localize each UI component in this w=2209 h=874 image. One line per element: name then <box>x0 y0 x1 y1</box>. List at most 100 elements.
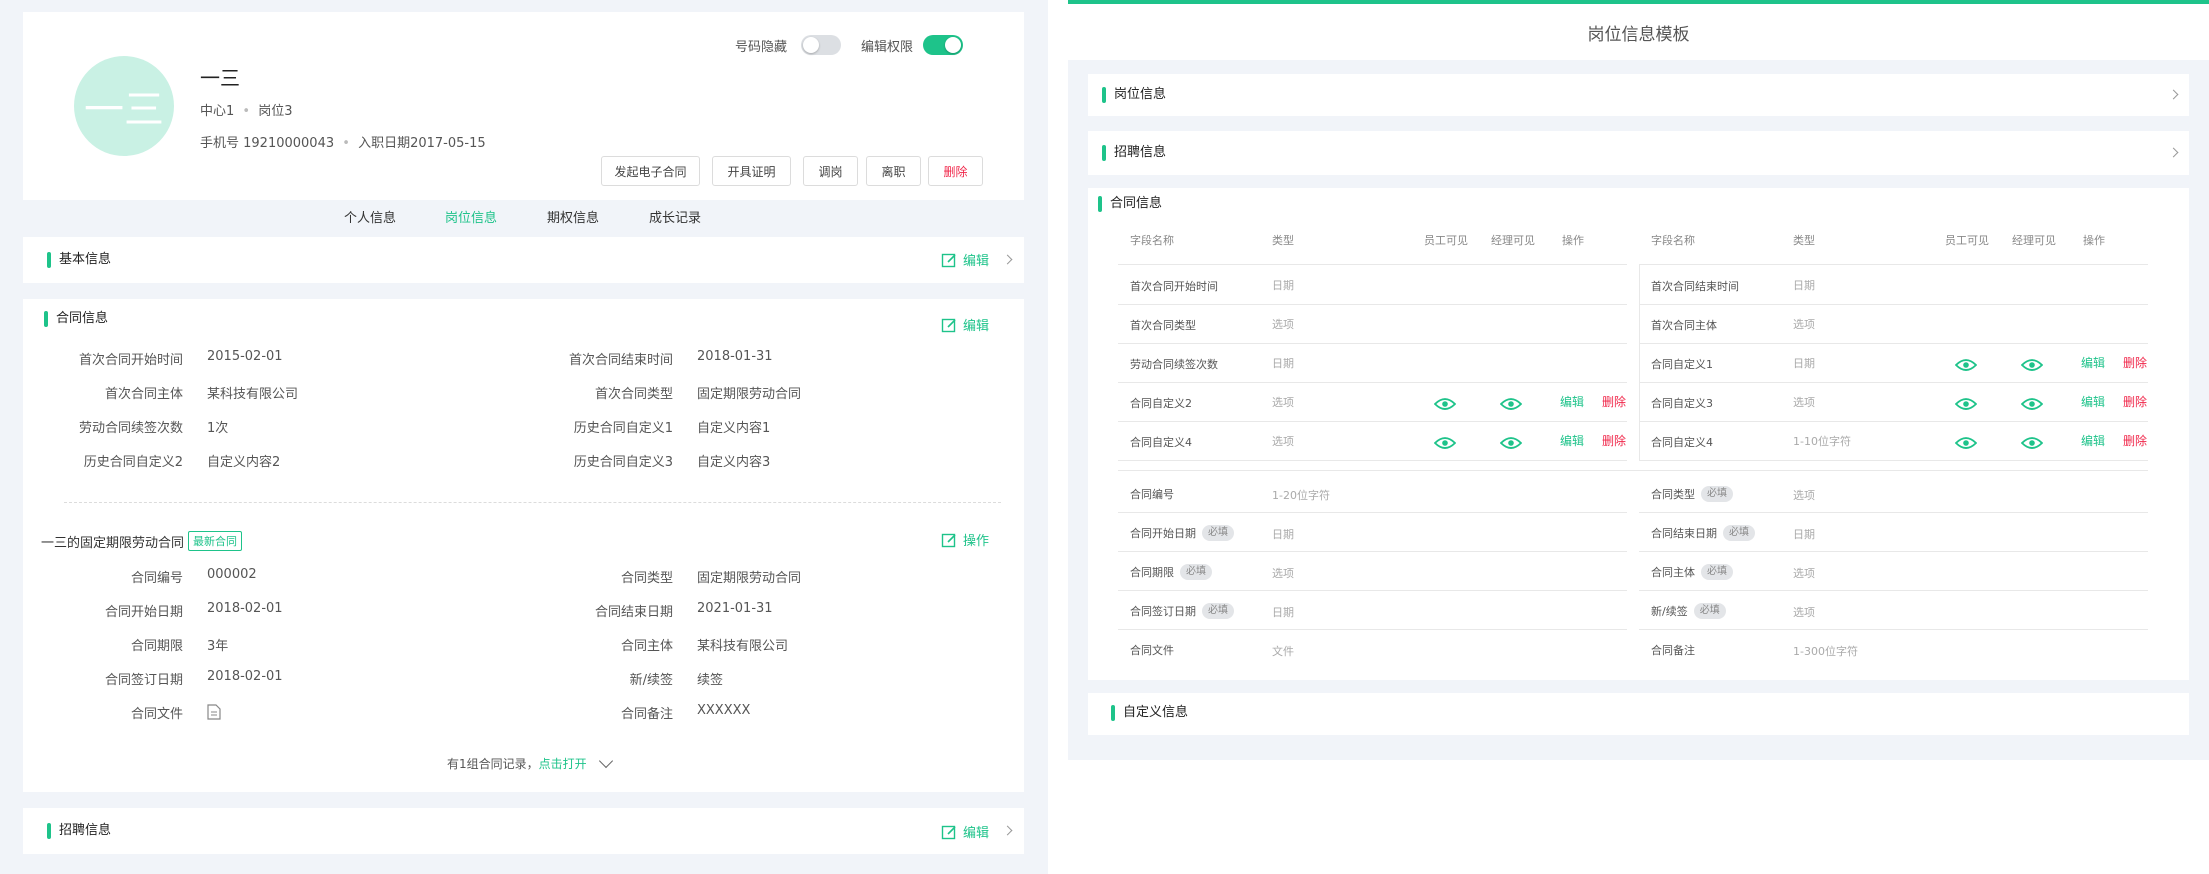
field-type: 1-10位字符 <box>1793 435 1851 448</box>
issue-certificate-button[interactable]: 开具证明 <box>712 156 791 186</box>
divider <box>1118 460 1627 461</box>
table-header: 类型 <box>1272 234 1294 247</box>
delete-field-link[interactable]: 删除 <box>2123 432 2147 449</box>
form-field-name: 合同编号 <box>1130 486 1174 502</box>
divider <box>1639 590 2148 591</box>
eye-icon[interactable] <box>1433 435 1457 454</box>
divider <box>1639 264 2148 265</box>
divider <box>1118 629 1627 630</box>
eye-icon[interactable] <box>1954 396 1978 415</box>
separator-dot: • <box>242 104 251 119</box>
edit-field-link[interactable]: 编辑 <box>2081 354 2105 371</box>
recruit-info-title: 招聘信息 <box>47 823 111 839</box>
eye-icon[interactable] <box>1954 435 1978 454</box>
recruit-info-card[interactable]: 招聘信息 编辑 <box>23 808 1024 854</box>
eye-icon[interactable] <box>2020 435 2044 454</box>
field-name-text: 合同开始日期 <box>1130 527 1196 540</box>
transfer-button[interactable]: 调岗 <box>803 156 858 186</box>
tab-position-info[interactable]: 岗位信息 <box>445 207 497 226</box>
delete-field-link[interactable]: 删除 <box>2123 354 2147 371</box>
chevron-right-icon <box>1002 254 1013 265</box>
delete-employee-button[interactable]: 删除 <box>928 156 983 186</box>
form-field-name: 合同签订日期 必填 <box>1130 603 1234 619</box>
tab-option-info[interactable]: 期权信息 <box>547 207 599 226</box>
field-type: 选项 <box>1793 318 1815 331</box>
eye-icon[interactable] <box>2020 396 2044 415</box>
section-custom-info[interactable]: 自定义信息 <box>1088 693 2189 735</box>
history-open-link[interactable]: 点击打开 <box>539 755 587 772</box>
hide-number-toggle[interactable] <box>801 35 841 55</box>
delete-field-link[interactable]: 删除 <box>1602 432 1626 449</box>
form-field-type: 日期 <box>1272 528 1294 541</box>
edit-field-link[interactable]: 编辑 <box>2081 432 2105 449</box>
tab-growth-record[interactable]: 成长记录 <box>649 207 701 226</box>
field-label: 合同签订日期 <box>104 673 183 688</box>
form-field-type: 日期 <box>1793 528 1815 541</box>
divider <box>1639 382 2148 383</box>
field-name-text: 合同编号 <box>1130 488 1174 501</box>
edit-icon <box>941 253 956 267</box>
phone-join: 手机号 19210000043 • 入职日期2017-05-15 <box>200 132 486 151</box>
toggle-knob <box>945 37 961 53</box>
tab-personal-info[interactable]: 个人信息 <box>344 207 396 226</box>
chevron-down-icon[interactable] <box>598 753 613 768</box>
field-name: 首次合同开始时间 <box>1130 280 1218 293</box>
form-field-type: 选项 <box>1793 567 1815 580</box>
field-label: 合同开始日期 <box>104 605 183 620</box>
edit-field-link[interactable]: 编辑 <box>2081 393 2105 410</box>
field-label: 合同结束日期 <box>594 605 673 620</box>
contract-operate-link[interactable]: 操作 <box>941 530 989 549</box>
recruit-edit-link[interactable]: 编辑 <box>941 822 989 841</box>
delete-field-link[interactable]: 删除 <box>2123 393 2147 410</box>
edit-icon <box>941 825 956 839</box>
eye-icon[interactable] <box>1433 396 1457 415</box>
edit-permission-label: 编辑权限 <box>861 40 914 55</box>
section-contract-info: 合同信息 字段名称 类型 员工可见 经理可见 操作 首次合同开始时间 日期 首次合同类型 选项劳… <box>1088 188 2189 680</box>
edit-field-link[interactable]: 编辑 <box>1560 393 1584 410</box>
form-field-type: 日期 <box>1272 606 1294 619</box>
form-field-name: 合同开始日期 必填 <box>1130 525 1234 541</box>
field-type: 选项 <box>1272 318 1294 331</box>
field-name: 合同自定义4 <box>1651 436 1713 449</box>
edit-label: 编辑 <box>963 319 990 334</box>
latest-contract-title: 一三的固定期限劳动合同 最新合同 <box>41 531 243 551</box>
field-type: 选项 <box>1793 396 1815 409</box>
divider <box>1118 551 1627 552</box>
field-label: 合同类型 <box>620 571 673 586</box>
chevron-right-icon <box>2168 89 2179 100</box>
section-title: 招聘信息 <box>1102 145 1166 161</box>
resign-button[interactable]: 离职 <box>866 156 921 186</box>
table-header: 操作 <box>1562 234 1584 247</box>
field-value: XXXXXX <box>697 703 751 718</box>
contract-edit-link[interactable]: 编辑 <box>941 315 989 334</box>
basic-edit-link[interactable]: 编辑 <box>941 250 989 269</box>
field-value: 固定期限劳动合同 <box>697 387 802 402</box>
field-value: 3年 <box>207 639 229 654</box>
edit-permission-toggle[interactable] <box>923 35 963 55</box>
file-icon[interactable] <box>207 704 221 720</box>
field-name: 首次合同结束时间 <box>1651 280 1739 293</box>
start-econtract-button[interactable]: 发起电子合同 <box>601 156 700 186</box>
basic-info-card[interactable]: 基本信息 编辑 <box>23 237 1024 283</box>
contract-info-title: 合同信息 <box>44 311 108 327</box>
eye-icon[interactable] <box>1499 396 1523 415</box>
section-recruit-info[interactable]: 招聘信息 <box>1088 131 2189 175</box>
form-field-name: 合同主体 必填 <box>1651 564 1733 580</box>
section-position-info[interactable]: 岗位信息 <box>1088 74 2189 116</box>
field-value: 固定期限劳动合同 <box>697 571 802 586</box>
required-badge: 必填 <box>1180 564 1212 580</box>
edit-icon <box>941 533 956 547</box>
required-badge: 必填 <box>1723 525 1755 541</box>
field-label: 合同主体 <box>620 639 673 654</box>
divider <box>64 502 1001 503</box>
divider <box>1118 512 1627 513</box>
chevron-right-icon <box>1002 825 1013 836</box>
edit-field-link[interactable]: 编辑 <box>1560 432 1584 449</box>
eye-icon[interactable] <box>1954 357 1978 376</box>
hide-number-label: 号码隐藏 <box>735 40 788 55</box>
eye-icon[interactable] <box>1499 435 1523 454</box>
divider <box>1639 343 2148 344</box>
eye-icon[interactable] <box>2020 357 2044 376</box>
delete-field-link[interactable]: 删除 <box>1602 393 1626 410</box>
edit-label: 编辑 <box>963 254 990 269</box>
